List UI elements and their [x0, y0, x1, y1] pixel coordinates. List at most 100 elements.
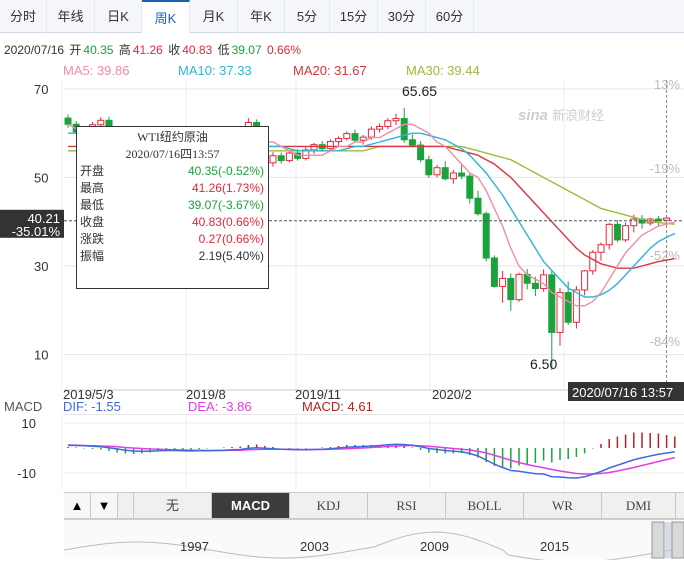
timeline-label: 2015 [540, 539, 569, 554]
max-annotation: 65.65 [402, 83, 437, 99]
candle [605, 223, 613, 250]
tooltip-row-label: 振幅 [80, 249, 105, 263]
change-value: 0.66% [266, 43, 301, 57]
tooltip-row-value: 40.83(0.66%) [191, 215, 264, 229]
candle [269, 152, 277, 167]
right-pct-label: -84% [650, 334, 681, 349]
tooltip-row: 涨跌 0.27(0.66%) [77, 231, 268, 248]
ma30-label: MA30: 39.44 [406, 63, 480, 78]
candle [310, 142, 318, 154]
tab-7[interactable]: 15分 [330, 0, 378, 33]
tab-3[interactable]: 周K [142, 0, 190, 33]
x-tick-label: 2020/2 [432, 387, 472, 402]
tooltip-datetime: 2020/07/16四13:57 [125, 147, 220, 161]
candle [392, 113, 400, 126]
indicator-wr[interactable]: WR [524, 493, 602, 518]
tab-5[interactable]: 年K [238, 0, 285, 33]
tooltip-row-label: 开盘 [80, 164, 105, 178]
tooltip-row-value: 39.07(-3.67%) [187, 198, 264, 212]
candle [384, 118, 392, 130]
candle [359, 134, 367, 145]
open-value: 40.35 [83, 43, 114, 57]
candle [441, 161, 449, 181]
high-value: 41.26 [132, 43, 163, 57]
y-tick-label: 30 [34, 259, 48, 274]
ma20-label: MA20: 31.67 [293, 63, 367, 78]
indicator-spacer [118, 493, 134, 518]
indicator-kdj[interactable]: KDJ [290, 493, 368, 518]
candle [425, 155, 433, 178]
candle [474, 190, 482, 216]
watermark-text: 新浪财经 [552, 108, 604, 123]
candle [589, 250, 597, 275]
indicator-boll[interactable]: BOLL [446, 493, 524, 518]
timeline-window[interactable] [664, 522, 672, 558]
timeline-navigator[interactable]: 1997 2003 2009 2015 [63, 519, 684, 563]
candle [326, 139, 334, 151]
tooltip-row-label: 最低 [80, 198, 105, 212]
candle [540, 269, 548, 292]
candle [376, 123, 384, 133]
tooltip-row: 振幅 2.19(5.40%) [77, 248, 268, 265]
indicator-tabs: ▲ ▼ 无 MACD KDJ RSI BOLL WR DMI [64, 492, 684, 519]
ohlc-summary: 2020/07/16 开 40.35 高 41.26 收 40.83 低 39.07 0… [4, 41, 303, 58]
dea-line [68, 444, 675, 475]
candle [490, 255, 498, 288]
timeline-handle-right[interactable] [671, 521, 684, 559]
candle [351, 129, 359, 143]
tooltip-row: 收盘 40.83(0.66%) [77, 214, 268, 231]
candle [449, 169, 457, 184]
candle [277, 152, 285, 164]
indicator-dmi[interactable]: DMI [602, 493, 676, 518]
timeline-label: 1997 [180, 539, 209, 554]
watermark-mark: sina [518, 107, 548, 124]
tooltip-row-value: 0.27(0.66%) [198, 232, 264, 246]
y-tick-label: 10 [34, 348, 48, 363]
tab-8[interactable]: 30分 [378, 0, 426, 33]
indicator-无[interactable]: 无 [134, 493, 212, 518]
indicator-rsi[interactable]: RSI [368, 493, 446, 518]
main-axes: 65.65 6.50 [402, 83, 557, 372]
dif-label: DIF: -1.55 [63, 399, 121, 414]
macd-value-label: MACD: 4.61 [302, 399, 373, 414]
candle [482, 211, 490, 262]
timeline-label: 2009 [420, 539, 449, 554]
candle [622, 222, 630, 243]
low-label: 低 [217, 43, 230, 57]
tab-4[interactable]: 月K [190, 0, 238, 33]
candle [335, 136, 343, 146]
tooltip-row-label: 涨跌 [80, 232, 105, 246]
tab-9[interactable]: 60分 [426, 0, 474, 33]
ma5-label: MA5: 39.86 [63, 63, 130, 78]
candle [466, 172, 474, 204]
tooltip-row-label: 最高 [80, 181, 105, 195]
tooltip-row-value: 40.35(-0.52%) [187, 164, 264, 178]
candle [597, 242, 605, 261]
indicator-macd[interactable]: MACD [212, 493, 290, 518]
close-label: 收 [168, 43, 181, 57]
timeline-sparkline [63, 531, 684, 563]
ma10-label: MA10: 37.33 [178, 63, 252, 78]
y-tick-label: 70 [34, 82, 48, 97]
open-label: 开 [69, 43, 82, 57]
high-label: 高 [118, 43, 131, 57]
candle [302, 146, 310, 161]
tab-6[interactable]: 5分 [285, 0, 330, 33]
macd-tick-label: 10 [22, 416, 36, 431]
tab-1[interactable]: 年线 [47, 0, 95, 33]
dea-label: DEA: -3.86 [188, 399, 252, 414]
right-pct-label: -19% [650, 161, 681, 176]
candle [613, 220, 621, 243]
candle [581, 269, 589, 296]
candle [417, 141, 425, 163]
macd-chart[interactable]: 10 -10 [0, 414, 684, 492]
scroll-up-button[interactable]: ▲ [64, 493, 91, 518]
tooltip-row: 最低 39.07(-3.67%) [77, 197, 268, 214]
tab-0[interactable]: 分时 [0, 0, 47, 33]
timeline-handle-left[interactable] [651, 521, 665, 559]
scroll-down-button[interactable]: ▼ [91, 493, 118, 518]
candle [507, 273, 515, 311]
tab-2[interactable]: 日K [95, 0, 142, 33]
tooltip-row: 开盘 40.35(-0.52%) [77, 163, 268, 180]
macd-title: MACD [4, 399, 43, 414]
